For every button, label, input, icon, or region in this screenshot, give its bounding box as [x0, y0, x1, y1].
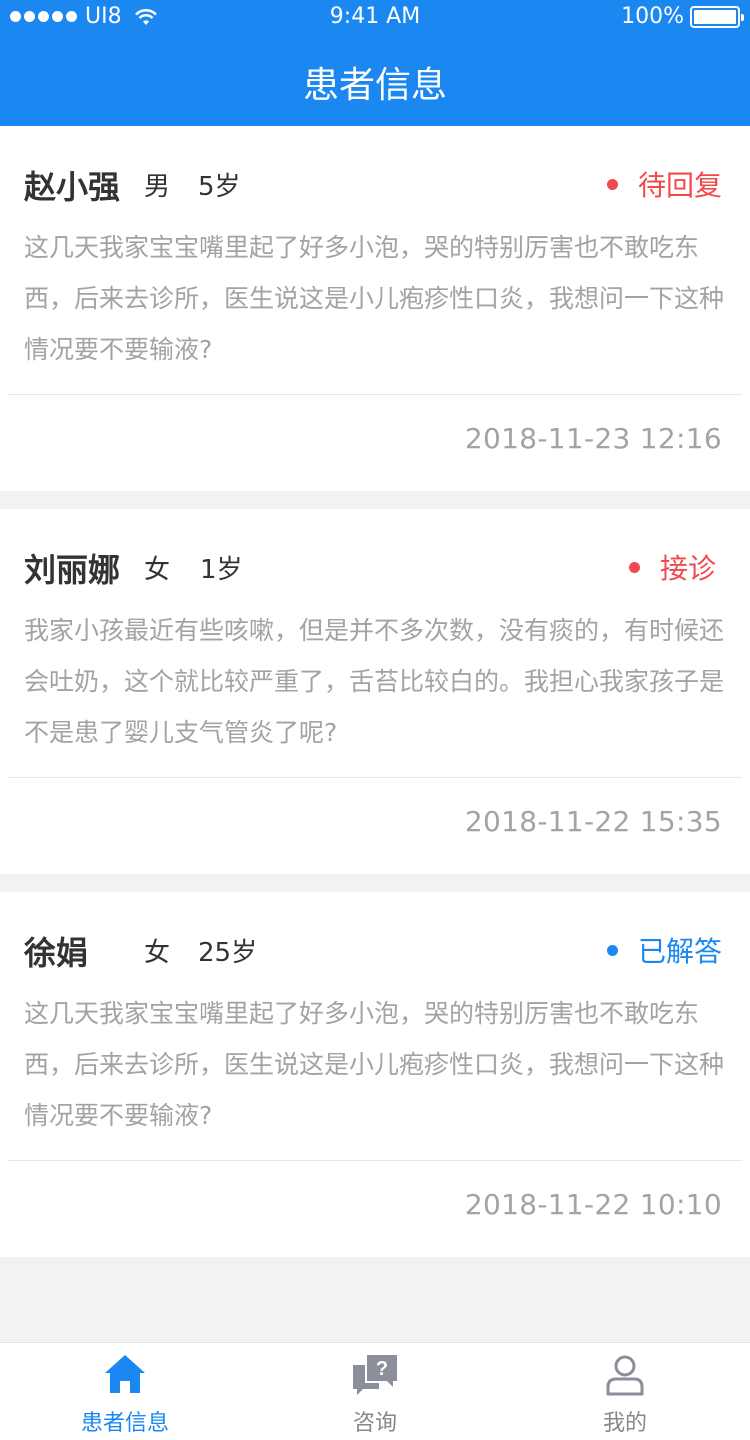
status-label: 待回复 [637, 169, 722, 202]
tab-consult[interactable]: ? 咨询 [250, 1343, 500, 1440]
patient-name: 刘丽娜 [24, 551, 121, 589]
patient-age: 1岁 [200, 555, 243, 585]
status-badge: 待回复 [606, 164, 722, 204]
patient-card-header: 徐娟 女 25岁 已解答 [24, 928, 722, 972]
tab-patient-info[interactable]: 患者信息 [0, 1343, 250, 1440]
status-label: 接诊 [659, 552, 716, 585]
home-icon [105, 1355, 145, 1393]
status-badge: 已解答 [606, 930, 722, 970]
patient-description: 这几天我家宝宝嘴里起了好多小泡，哭的特别厉害也不敢吃东西，后来去诊所，医生说这是… [24, 999, 725, 1130]
patient-age: 5岁 [198, 172, 241, 202]
patient-timestamp: 2018-11-22 10:10 [464, 1188, 722, 1221]
tab-label: 患者信息 [80, 1411, 169, 1436]
user-icon [606, 1355, 644, 1396]
tab-label: 咨询 [352, 1411, 397, 1436]
status-label: 已解答 [637, 935, 722, 968]
patient-age: 25岁 [198, 938, 258, 968]
consult-icon: ? [353, 1355, 397, 1395]
battery-percent: 100% [621, 4, 684, 29]
patient-description: 我家小孩最近有些咳嗽，但是并不多次数，没有痰的，有时候还会吐奶，这个就比较严重了… [24, 616, 725, 747]
patient-card[interactable]: 刘丽娜 女 1岁 接诊 我家小孩最近有些咳嗽，但是并不多次数，没有痰的，有时候还… [0, 509, 750, 874]
patient-card-header: 赵小强 男 5岁 待回复 [24, 162, 722, 206]
patient-list: 赵小强 男 5岁 待回复 这几天我家宝宝嘴里起了好多小泡，哭的特别厉害也不敢吃东… [0, 126, 750, 1257]
battery-icon [690, 5, 744, 28]
divider [8, 394, 742, 395]
tab-mine[interactable]: 我的 [500, 1343, 750, 1440]
patient-card[interactable]: 徐娟 女 25岁 已解答 这几天我家宝宝嘴里起了好多小泡，哭的特别厉害也不敢吃东… [0, 892, 750, 1257]
patient-gender: 女 [144, 555, 171, 585]
status-bar: UI8 9:41 AM 100% [0, 0, 750, 36]
status-dot-icon [606, 178, 618, 190]
patient-card-header: 刘丽娜 女 1岁 接诊 [24, 545, 722, 589]
tab-label: 我的 [602, 1411, 647, 1436]
status-badge: 接诊 [628, 547, 716, 587]
divider [8, 1160, 742, 1161]
page-title: 患者信息 [302, 65, 447, 106]
patient-card[interactable]: 赵小强 男 5岁 待回复 这几天我家宝宝嘴里起了好多小泡，哭的特别厉害也不敢吃东… [0, 126, 750, 491]
svg-text:?: ? [376, 1358, 388, 1380]
patient-timestamp: 2018-11-22 15:35 [464, 805, 722, 838]
tab-bar: 患者信息 ? 咨询 我的 [0, 1342, 750, 1440]
patient-gender: 男 [144, 172, 171, 202]
patient-name: 徐娟 [24, 934, 89, 972]
divider [8, 777, 742, 778]
status-dot-icon [628, 561, 640, 573]
patient-description: 这几天我家宝宝嘴里起了好多小泡，哭的特别厉害也不敢吃东西，后来去诊所，医生说这是… [24, 233, 725, 364]
app-header: UI8 9:41 AM 100% 患者信息 [0, 0, 750, 126]
patient-timestamp: 2018-11-23 12:16 [464, 422, 722, 455]
patient-gender: 女 [144, 938, 171, 968]
battery-status: 100% [621, 4, 744, 29]
status-dot-icon [606, 944, 618, 956]
patient-name: 赵小强 [24, 168, 121, 206]
